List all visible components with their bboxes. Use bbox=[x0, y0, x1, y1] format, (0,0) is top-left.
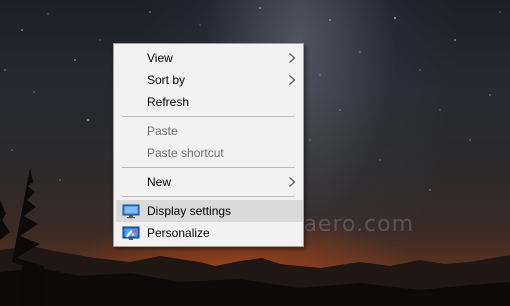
menu-item-label: Paste shortcut bbox=[147, 146, 224, 160]
chevron-right-icon bbox=[289, 53, 296, 63]
menu-item-paste-shortcut[interactable]: Paste shortcut bbox=[116, 142, 303, 164]
menu-item-label: Refresh bbox=[147, 95, 190, 109]
menu-item-display-settings[interactable]: Display settings bbox=[116, 200, 303, 222]
chevron-right-icon bbox=[289, 177, 296, 187]
menu-item-personalize[interactable]: Personalize bbox=[116, 222, 303, 244]
menu-separator bbox=[122, 116, 295, 117]
menu-item-paste[interactable]: Paste bbox=[116, 120, 303, 142]
menu-item-view[interactable]: View bbox=[116, 47, 303, 69]
menu-item-new[interactable]: New bbox=[116, 171, 303, 193]
menu-item-label: New bbox=[147, 175, 172, 189]
menu-item-refresh[interactable]: Refresh bbox=[116, 91, 303, 113]
menu-item-label: Display settings bbox=[147, 204, 232, 218]
menu-item-label: View bbox=[147, 51, 173, 65]
chevron-right-icon bbox=[289, 75, 296, 85]
display-icon bbox=[122, 204, 140, 219]
menu-item-label: Paste bbox=[147, 124, 178, 138]
menu-separator bbox=[122, 167, 295, 168]
menu-item-sort-by[interactable]: Sort by bbox=[116, 69, 303, 91]
menu-separator bbox=[122, 196, 295, 197]
menu-item-label: Sort by bbox=[147, 73, 186, 87]
personalize-icon bbox=[122, 226, 140, 240]
menu-item-label: Personalize bbox=[147, 226, 210, 240]
desktop-context-menu: View Sort by Refresh Paste Paste shortcu… bbox=[113, 43, 304, 247]
